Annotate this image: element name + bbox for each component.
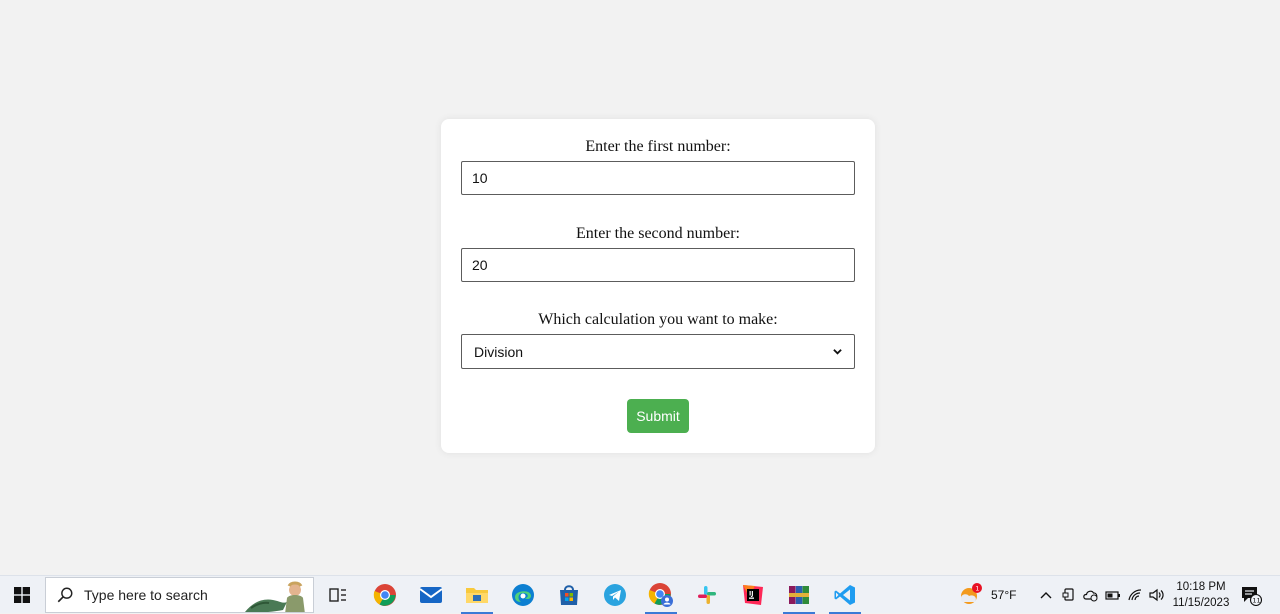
taskbar-app-mail[interactable] bbox=[411, 579, 451, 611]
taskbar-app-chrome-profile[interactable] bbox=[641, 579, 681, 614]
browser-viewport: Enter the first number: Enter the second… bbox=[0, 0, 1280, 575]
file-explorer-icon bbox=[466, 588, 488, 603]
weather-sun-cloud-icon: 1 bbox=[961, 583, 982, 604]
second-number-input[interactable] bbox=[461, 248, 855, 282]
chrome-icon bbox=[373, 584, 396, 606]
taskbar-app-file-explorer[interactable] bbox=[457, 579, 497, 614]
mail-icon bbox=[419, 587, 443, 603]
tray-meet-now[interactable] bbox=[1058, 579, 1080, 611]
notification-icon: 11 bbox=[1242, 587, 1262, 606]
notification-center-button[interactable]: 11 bbox=[1236, 579, 1266, 611]
calculation-type-select[interactable]: Division bbox=[461, 334, 855, 369]
taskbar-app-vscode[interactable] bbox=[825, 579, 865, 614]
tray-wifi[interactable] bbox=[1124, 579, 1146, 611]
taskbar-clock[interactable]: 10:18 PM 11/15/2023 bbox=[1168, 579, 1234, 611]
tray-volume[interactable] bbox=[1146, 579, 1168, 611]
weather-temperature[interactable]: 57°F bbox=[991, 588, 1016, 602]
weather-widget[interactable]: 1 bbox=[955, 579, 985, 611]
start-button[interactable] bbox=[0, 576, 44, 614]
task-view-button[interactable] bbox=[318, 579, 358, 611]
tray-battery[interactable] bbox=[1102, 579, 1124, 611]
microsoft-store-icon bbox=[560, 585, 578, 605]
meet-now-icon bbox=[1062, 588, 1074, 601]
search-highlight-illustration-icon bbox=[245, 581, 305, 612]
clock-date: 11/15/2023 bbox=[1172, 597, 1230, 609]
vscode-icon bbox=[834, 585, 855, 605]
calculation-type-selected-value: Division bbox=[474, 343, 524, 360]
slack-icon bbox=[698, 586, 716, 604]
calculation-type-label: Which calculation you want to make: bbox=[538, 311, 778, 328]
taskbar-app-store[interactable] bbox=[549, 579, 589, 611]
cloud-sync-icon bbox=[1083, 590, 1098, 602]
telegram-icon bbox=[604, 584, 626, 606]
tray-onedrive[interactable] bbox=[1080, 579, 1102, 611]
first-number-input[interactable] bbox=[461, 161, 855, 195]
taskbar-app-edge[interactable] bbox=[503, 579, 543, 611]
svg-text:IJ: IJ bbox=[749, 591, 753, 598]
svg-text:11: 11 bbox=[1252, 597, 1260, 605]
chrome-profile-icon bbox=[648, 583, 673, 607]
taskbar-search-box[interactable]: Type here to search bbox=[45, 577, 314, 613]
calculator-form-card: Enter the first number: Enter the second… bbox=[441, 119, 875, 453]
edge-icon bbox=[512, 584, 534, 606]
second-number-label: Enter the second number: bbox=[576, 225, 740, 242]
winrar-icon bbox=[789, 586, 809, 604]
jetbrains-icon: IJ bbox=[743, 585, 763, 605]
taskbar-app-chrome[interactable] bbox=[365, 579, 405, 611]
windows-taskbar: Type here to search IJ 1 57°F 10:18 PM 1… bbox=[0, 575, 1280, 614]
clock-time: 10:18 PM bbox=[1176, 581, 1226, 593]
taskbar-app-telegram[interactable] bbox=[595, 579, 635, 611]
search-placeholder: Type here to search bbox=[84, 587, 208, 603]
taskbar-app-jetbrains[interactable]: IJ bbox=[733, 579, 773, 611]
submit-button[interactable]: Submit bbox=[627, 399, 689, 433]
task-view-icon bbox=[329, 588, 346, 602]
taskbar-app-slack[interactable] bbox=[687, 579, 727, 611]
first-number-label: Enter the first number: bbox=[585, 138, 731, 155]
search-icon bbox=[57, 587, 73, 603]
wifi-icon bbox=[1128, 589, 1142, 601]
chevron-down-icon bbox=[833, 349, 842, 355]
svg-text:1: 1 bbox=[975, 584, 979, 592]
volume-icon bbox=[1149, 588, 1164, 602]
battery-plug-icon bbox=[1105, 591, 1120, 600]
show-hidden-icons-button[interactable] bbox=[1036, 579, 1056, 611]
chevron-up-icon bbox=[1040, 592, 1052, 599]
windows-logo-icon bbox=[14, 587, 30, 603]
taskbar-app-winrar[interactable] bbox=[779, 579, 819, 614]
